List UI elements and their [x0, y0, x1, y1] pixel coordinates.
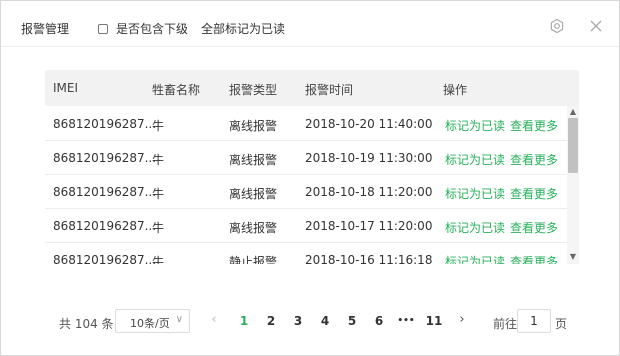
- column-header-time: 报警时间: [305, 83, 354, 97]
- cell-type: 离线报警: [229, 153, 278, 167]
- cell-time: 2018-10-19 11:30:00: [305, 151, 433, 165]
- column-header-type: 报警类型: [229, 83, 278, 97]
- cell-name: 牛: [152, 221, 165, 235]
- table-row: 868120196287... 牛 静止报警 2018-10-16 11:16:…: [45, 242, 567, 264]
- goto-page-input[interactable]: [517, 309, 551, 333]
- page-button-5[interactable]: 5: [342, 314, 362, 328]
- column-header-action: 操作: [443, 83, 468, 97]
- cell-imei: 868120196287...: [53, 117, 157, 131]
- cell-time: 2018-10-17 11:20:00: [305, 219, 433, 233]
- column-header-imei: IMEI: [53, 81, 79, 95]
- table-body[interactable]: 868120196287... 牛 离线报警 2018-10-20 11:40:…: [45, 106, 579, 264]
- close-icon[interactable]: [588, 18, 604, 34]
- chevron-down-icon: ∨: [175, 314, 183, 325]
- alarm-management-dialog: 报警管理 是否包含下级 全部标记为已读 IMEI 牲畜名称 报警类型 报警时间 …: [0, 0, 620, 356]
- include-subordinates-label[interactable]: 是否包含下级: [116, 20, 188, 37]
- page-button-6[interactable]: 6: [369, 314, 389, 328]
- page-button-4[interactable]: 4: [315, 314, 335, 328]
- mark-read-link[interactable]: 标记为已读: [445, 253, 505, 264]
- column-header-name: 牲畜名称: [152, 83, 201, 97]
- cell-time: 2018-10-20 11:40:00: [305, 117, 433, 131]
- table-row: 868120196287... 牛 离线报警 2018-10-17 11:20:…: [45, 208, 567, 243]
- mark-all-read-button[interactable]: 全部标记为已读: [201, 20, 285, 37]
- mark-read-link[interactable]: 标记为已读: [445, 185, 505, 202]
- page-button-2[interactable]: 2: [261, 314, 281, 328]
- dialog-title: 报警管理: [21, 22, 70, 36]
- view-more-link[interactable]: 查看更多: [510, 253, 558, 264]
- total-count: 共 104 条: [59, 317, 114, 331]
- scrollbar-thumb[interactable]: [568, 118, 578, 173]
- view-more-link[interactable]: 查看更多: [510, 117, 558, 134]
- mark-read-link[interactable]: 标记为已读: [445, 219, 505, 236]
- mark-read-link[interactable]: 标记为已读: [445, 151, 505, 168]
- page-ellipsis[interactable]: •••: [396, 316, 416, 326]
- view-more-link[interactable]: 查看更多: [510, 185, 558, 202]
- mark-read-link[interactable]: 标记为已读: [445, 117, 505, 134]
- include-subordinates-checkbox[interactable]: [98, 23, 108, 34]
- cell-imei: 868120196287...: [53, 219, 157, 233]
- cell-time: 2018-10-18 11:20:00: [305, 185, 433, 199]
- cell-type: 离线报警: [229, 119, 278, 133]
- settings-icon[interactable]: [549, 18, 565, 34]
- cell-type: 离线报警: [229, 221, 278, 235]
- view-more-link[interactable]: 查看更多: [510, 219, 558, 236]
- cell-name: 牛: [152, 153, 165, 167]
- goto-unit: 页: [555, 317, 568, 331]
- scroll-up-icon[interactable]: ▲: [569, 108, 577, 116]
- pagination: 共 104 条 10条/页 ∨ ‹ 1 2 3 4 5 6 ••• 11 › 前…: [1, 309, 619, 335]
- cell-type: 离线报警: [229, 187, 278, 201]
- scroll-down-icon[interactable]: ▼: [569, 253, 577, 261]
- page-button-1[interactable]: 1: [234, 314, 254, 328]
- chevron-right-icon[interactable]: ›: [455, 312, 469, 327]
- table-row: 868120196287... 牛 离线报警 2018-10-20 11:40:…: [45, 106, 567, 141]
- table-header: IMEI 牲畜名称 报警类型 报警时间 操作: [45, 70, 579, 106]
- header-divider: [1, 46, 619, 47]
- page-size-value: 10条/页: [130, 317, 170, 330]
- cell-type: 静止报警: [229, 255, 278, 264]
- table-row: 868120196287... 牛 离线报警 2018-10-19 11:30:…: [45, 140, 567, 175]
- chevron-left-icon[interactable]: ‹: [207, 312, 221, 327]
- cell-time: 2018-10-16 11:16:18: [305, 253, 433, 264]
- cell-name: 牛: [152, 187, 165, 201]
- cell-name: 牛: [152, 255, 165, 264]
- cell-imei: 868120196287...: [53, 253, 157, 264]
- page-button-3[interactable]: 3: [288, 314, 308, 328]
- table-row: 868120196287... 牛 离线报警 2018-10-18 11:20:…: [45, 174, 567, 209]
- dialog-header: 报警管理 是否包含下级 全部标记为已读: [1, 1, 619, 51]
- cell-name: 牛: [152, 119, 165, 133]
- cell-imei: 868120196287...: [53, 185, 157, 199]
- page-button-11[interactable]: 11: [423, 314, 445, 328]
- goto-label: 前往: [493, 317, 518, 331]
- view-more-link[interactable]: 查看更多: [510, 151, 558, 168]
- include-subordinates-toggle[interactable]: 是否包含下级: [98, 20, 188, 37]
- table-scrollbar[interactable]: ▲ ▼: [567, 106, 579, 264]
- page-size-select[interactable]: 10条/页 ∨: [115, 309, 190, 333]
- cell-imei: 868120196287...: [53, 151, 157, 165]
